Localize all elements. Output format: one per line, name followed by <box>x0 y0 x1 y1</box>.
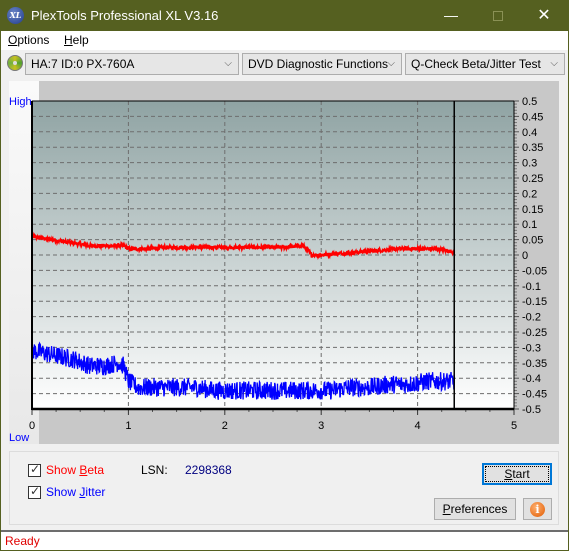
y-tick-label: -0.25 <box>522 327 547 339</box>
start-button[interactable]: Start <box>482 463 552 485</box>
x-tick-label: 3 <box>318 420 324 432</box>
chart-panel: High Low 0.5 0.45 0.4 0.35 0.3 0.25 0.2 0.15 0.1… <box>9 81 559 444</box>
preferences-accel: P <box>442 502 451 516</box>
y-tick-label: -0.1 <box>522 281 541 293</box>
y-tick-label: -0.5 <box>522 404 541 416</box>
y-tick-label: 0.25 <box>522 173 543 185</box>
x-tick-label: 1 <box>125 420 131 432</box>
show-jitter-text-rest: itter <box>85 485 106 499</box>
y-label-high: High <box>9 96 32 108</box>
options-panel: Show Beta Show Jitter LSN: 2298368 Start… <box>9 451 559 525</box>
show-beta-text: Show <box>46 463 80 477</box>
minimize-button[interactable]: — <box>428 0 474 31</box>
menu-help-label: elp <box>72 33 89 47</box>
menu-options[interactable]: Options <box>8 33 49 47</box>
y-tick-label: 0.05 <box>522 235 543 247</box>
drive-select[interactable]: HA:7 ID:0 PX-760A ⌵ <box>25 53 239 75</box>
chevron-down-icon: ⌵ <box>224 58 232 69</box>
y-tick-label: -0.3 <box>522 342 541 354</box>
menu-help[interactable]: Help <box>64 33 89 47</box>
x-tick-label: 5 <box>511 420 517 432</box>
show-jitter-checkbox[interactable] <box>28 484 41 499</box>
info-icon: i <box>530 502 545 517</box>
main-window: Options Help HA:7 ID:0 PX-760A ⌵ DVD Dia… <box>1 31 568 550</box>
chevron-down-icon: ⌵ <box>550 58 558 69</box>
menu-options-accel: O <box>8 33 18 47</box>
y-tick-label: 0.1 <box>522 219 537 231</box>
menu-bar: Options Help <box>1 31 568 50</box>
test-select-value: Q-Check Beta/Jitter Test <box>411 57 541 71</box>
y-label-low: Low <box>9 432 29 444</box>
show-beta-text-rest: eta <box>87 463 105 477</box>
x-tick-label: 4 <box>415 420 421 432</box>
y-tick-label: 0.5 <box>522 96 537 108</box>
beta-jitter-chart: High Low 0.50.450.40.350.30.250.20.150.1… <box>9 96 547 444</box>
y-tick-label: -0.35 <box>522 358 547 370</box>
preferences-label: references <box>450 502 508 516</box>
app-logo-icon: XL <box>7 7 24 24</box>
y-tick-label: -0.45 <box>522 389 547 401</box>
disc-drive-icon <box>7 55 23 71</box>
title-bar: XL PlexTools Professional XL V3.16 — ✕ <box>0 0 569 31</box>
show-jitter-label[interactable]: Show Jitter <box>46 485 105 499</box>
y-tick-label: -0.15 <box>522 296 547 308</box>
status-bar: Ready <box>1 530 568 550</box>
chevron-down-icon: ⌵ <box>387 58 395 69</box>
close-icon: ✕ <box>537 7 551 24</box>
x-tick-label: 0 <box>29 420 35 432</box>
maximize-button[interactable] <box>475 0 521 31</box>
y-tick-label: 0 <box>522 250 528 262</box>
lsn-value: 2298368 <box>185 463 232 477</box>
y-tick-label: 0.15 <box>522 204 543 216</box>
show-jitter-text: Show <box>46 485 80 499</box>
menu-options-label: ptions <box>17 33 50 47</box>
y-tick-label: 0.2 <box>522 188 537 200</box>
close-button[interactable]: ✕ <box>521 0 567 31</box>
lsn-label: LSN: <box>141 463 168 477</box>
info-button[interactable]: i <box>523 498 552 520</box>
window-title: PlexTools Professional XL V3.16 <box>31 8 219 23</box>
show-beta-checkbox[interactable] <box>28 462 41 477</box>
minimize-icon: — <box>444 7 458 23</box>
y-tick-label: -0.2 <box>522 312 541 324</box>
x-tick-label: 2 <box>222 420 228 432</box>
focus-rect <box>485 466 549 482</box>
show-beta-label[interactable]: Show Beta <box>46 463 104 477</box>
y-tick-label: -0.05 <box>522 265 547 277</box>
y-tick-label: 0.45 <box>522 111 543 123</box>
function-select-value: DVD Diagnostic Functions <box>248 57 389 71</box>
drive-select-value: HA:7 ID:0 PX-760A <box>31 57 135 71</box>
function-select[interactable]: DVD Diagnostic Functions ⌵ <box>242 53 402 75</box>
y-tick-label: 0.4 <box>522 127 537 139</box>
menu-help-accel: H <box>64 33 73 47</box>
y-tick-label: 0.35 <box>522 142 543 154</box>
toolbar: HA:7 ID:0 PX-760A ⌵ DVD Diagnostic Funct… <box>1 50 568 78</box>
test-select[interactable]: Q-Check Beta/Jitter Test ⌵ <box>405 53 565 75</box>
preferences-button[interactable]: Preferences <box>434 498 516 520</box>
status-text: Ready <box>5 534 40 548</box>
y-tick-label: 0.3 <box>522 158 537 170</box>
maximize-icon <box>493 11 503 22</box>
y-tick-label: -0.4 <box>522 373 541 385</box>
